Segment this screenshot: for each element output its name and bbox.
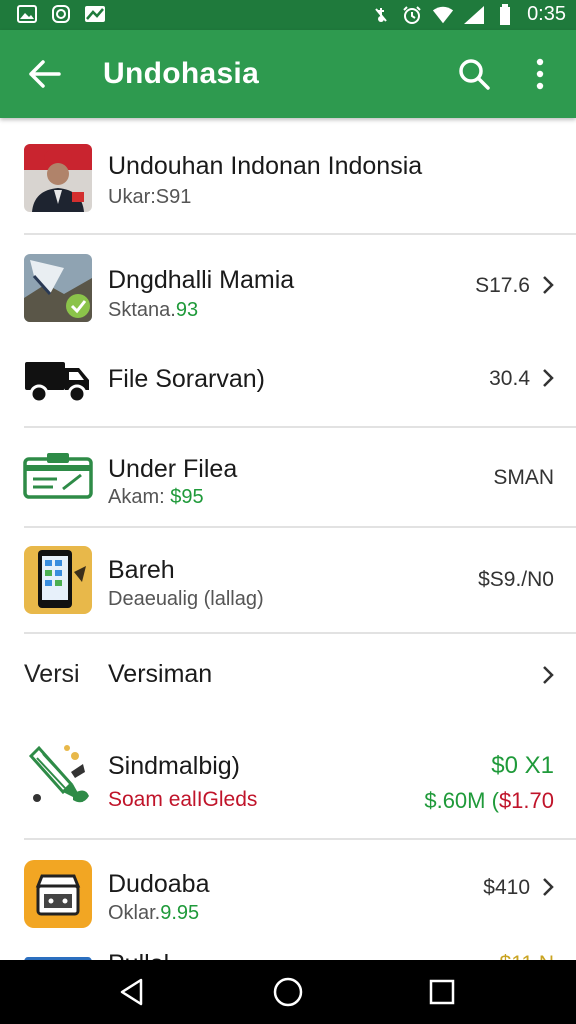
system-nav-bar bbox=[0, 960, 576, 1024]
list-item[interactable]: Bareh Deaeualig (lallag) $S9./N0 bbox=[0, 528, 576, 632]
gallery-icon bbox=[16, 3, 38, 25]
truck-icon bbox=[22, 349, 94, 409]
item-value: $410 bbox=[483, 876, 530, 899]
signal-icon bbox=[463, 4, 485, 26]
chevron-right-icon bbox=[543, 369, 554, 387]
item-title: Pullol bbox=[108, 950, 169, 960]
chevron-right-icon bbox=[543, 878, 554, 896]
section-header-versi[interactable]: Versi Versiman bbox=[0, 634, 576, 716]
app-bar: Undohasia bbox=[0, 30, 576, 118]
home-nav-icon[interactable] bbox=[270, 974, 306, 1010]
clock-time: 0:35 bbox=[527, 3, 566, 25]
item-value: 30.4 bbox=[489, 367, 530, 390]
item-subtitle: Sktana.93 bbox=[108, 299, 199, 321]
item-value: $S9./N0 bbox=[478, 568, 554, 591]
section-label: Versi bbox=[24, 660, 80, 688]
page-title: Undohasia bbox=[103, 57, 260, 90]
item-title: Bareh bbox=[108, 556, 175, 584]
alarm-icon bbox=[401, 4, 423, 26]
tools-icon bbox=[22, 742, 94, 808]
list-item[interactable]: Dngdhalli Mamia Sktana.93 S17.6 bbox=[0, 235, 576, 335]
item-title: Undouhan Indonan Indonsia bbox=[108, 152, 423, 180]
item-subtitle: Ukar:S91 bbox=[108, 186, 192, 208]
item-title: Under Filea bbox=[108, 455, 238, 483]
chevron-right-icon bbox=[543, 276, 554, 294]
list-item[interactable]: Undouhan Indonan Indonsia Ukar:S91 bbox=[0, 118, 576, 234]
instagram-icon bbox=[50, 3, 72, 25]
recents-nav-icon[interactable] bbox=[424, 974, 460, 1010]
list-item[interactable]: Under Filea Akam: $95 SMAN bbox=[0, 428, 576, 526]
landscape-photo bbox=[24, 254, 92, 322]
chevron-right-icon bbox=[543, 666, 554, 684]
archive-app-icon bbox=[24, 860, 92, 928]
status-bar: 0:35 bbox=[0, 0, 576, 30]
item-title: Dudoaba bbox=[108, 870, 210, 898]
item-value: SMAN bbox=[493, 466, 554, 489]
item-title: Sindmalbig) bbox=[108, 752, 241, 780]
item-title: File Sorarvan) bbox=[108, 365, 265, 393]
list-item[interactable]: File Sorarvan) 30.4 bbox=[0, 335, 576, 427]
item-subtitle: Oklar.9.95 bbox=[108, 902, 200, 924]
tablet-app-icon bbox=[24, 546, 92, 614]
item-title: Dngdhalli Mamia bbox=[108, 266, 295, 294]
list-item[interactable]: Dudoaba Oklar.9.95 $410 bbox=[0, 840, 576, 944]
id-card-icon bbox=[22, 446, 94, 506]
list-item[interactable]: Sindmalbig) Soam ealIGleds $0 X1 $.60M (… bbox=[0, 716, 576, 838]
back-arrow-icon[interactable] bbox=[22, 54, 66, 94]
item-subtitle: Deaeualig (lallag) bbox=[108, 588, 264, 610]
item-subtitle: Akam: $95 bbox=[108, 486, 204, 508]
item-value-top: $0 X1 bbox=[491, 752, 554, 779]
mute-icon bbox=[370, 4, 392, 26]
photos-icon bbox=[84, 3, 106, 25]
item-value-bottom: $.60M ($1.70 bbox=[424, 788, 554, 813]
back-nav-icon[interactable] bbox=[114, 974, 150, 1010]
item-value: S17.6 bbox=[475, 274, 530, 297]
item-title: Versiman bbox=[108, 660, 213, 688]
more-options-icon[interactable] bbox=[520, 54, 560, 94]
list-item[interactable]: Pullol $11 N bbox=[0, 944, 576, 960]
profile-photo bbox=[24, 144, 92, 212]
wifi-icon bbox=[432, 4, 454, 26]
search-icon[interactable] bbox=[452, 54, 496, 94]
item-subtitle: Soam ealIGleds bbox=[108, 788, 258, 811]
battery-icon bbox=[494, 3, 516, 26]
item-value: $11 N bbox=[500, 952, 554, 960]
